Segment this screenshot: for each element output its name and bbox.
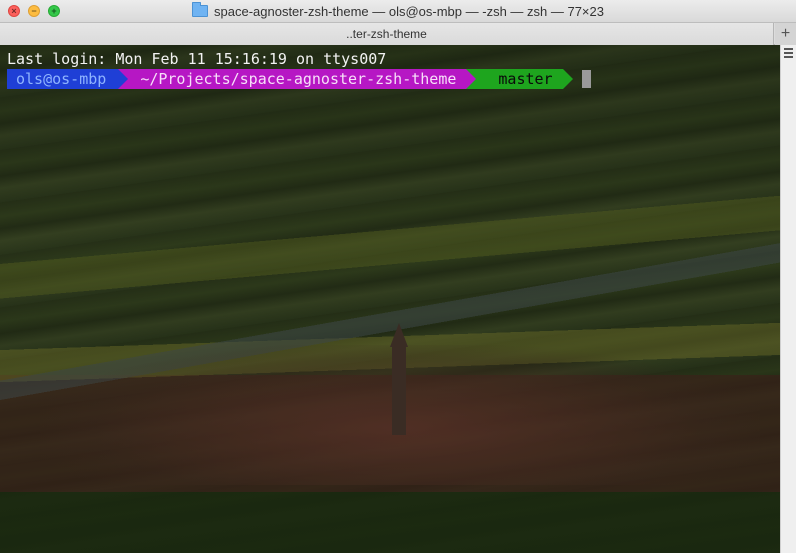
- window-title: space-agnoster-zsh-theme — ols@os-mbp — …: [192, 2, 604, 19]
- text-cursor: [581, 70, 591, 88]
- terminal-output[interactable]: Last login: Mon Feb 11 15:16:19 on ttys0…: [0, 45, 780, 553]
- close-icon: ×: [11, 6, 17, 16]
- new-tab-button[interactable]: +: [775, 23, 796, 45]
- close-button[interactable]: ×: [8, 5, 20, 17]
- prompt-separator-arrow: [562, 69, 573, 89]
- background-church-steeple: [390, 323, 408, 435]
- prompt-dir-segment: ~/Projects/space-agnoster-zsh-theme: [128, 69, 467, 89]
- maximize-button[interactable]: +: [48, 5, 60, 17]
- title-bar[interactable]: × − + space-agnoster-zsh-theme — ols@os-…: [0, 0, 796, 23]
- tab-label: ..ter-zsh-theme: [346, 27, 427, 41]
- folder-icon: [192, 2, 208, 17]
- terminal-lines: Last login: Mon Feb 11 15:16:19 on ttys0…: [7, 49, 591, 89]
- window-title-text: space-agnoster-zsh-theme — ols@os-mbp — …: [214, 3, 604, 19]
- minimize-icon: −: [31, 6, 37, 16]
- terminal-window: × − + space-agnoster-zsh-theme — ols@os-…: [0, 0, 796, 553]
- prompt-separator-arrow: [118, 69, 129, 89]
- prompt-git-segment: master: [476, 69, 563, 89]
- scrollbar[interactable]: [780, 45, 796, 553]
- minimize-button[interactable]: −: [28, 5, 40, 17]
- hamburger-menu-icon[interactable]: [784, 48, 793, 58]
- last-login-line: Last login: Mon Feb 11 15:16:19 on ttys0…: [7, 50, 387, 68]
- tab-active[interactable]: ..ter-zsh-theme: [0, 23, 774, 45]
- git-branch-name: master: [498, 70, 553, 88]
- prompt-user-segment: ols@os-mbp: [7, 69, 119, 89]
- maximize-icon: +: [51, 6, 57, 16]
- prompt-separator-arrow: [466, 69, 477, 89]
- tab-bar: ..ter-zsh-theme +: [0, 23, 796, 45]
- window-controls: × − +: [8, 5, 60, 17]
- prompt-line: ols@os-mbp ~/Projects/space-agnoster-zsh…: [7, 69, 591, 89]
